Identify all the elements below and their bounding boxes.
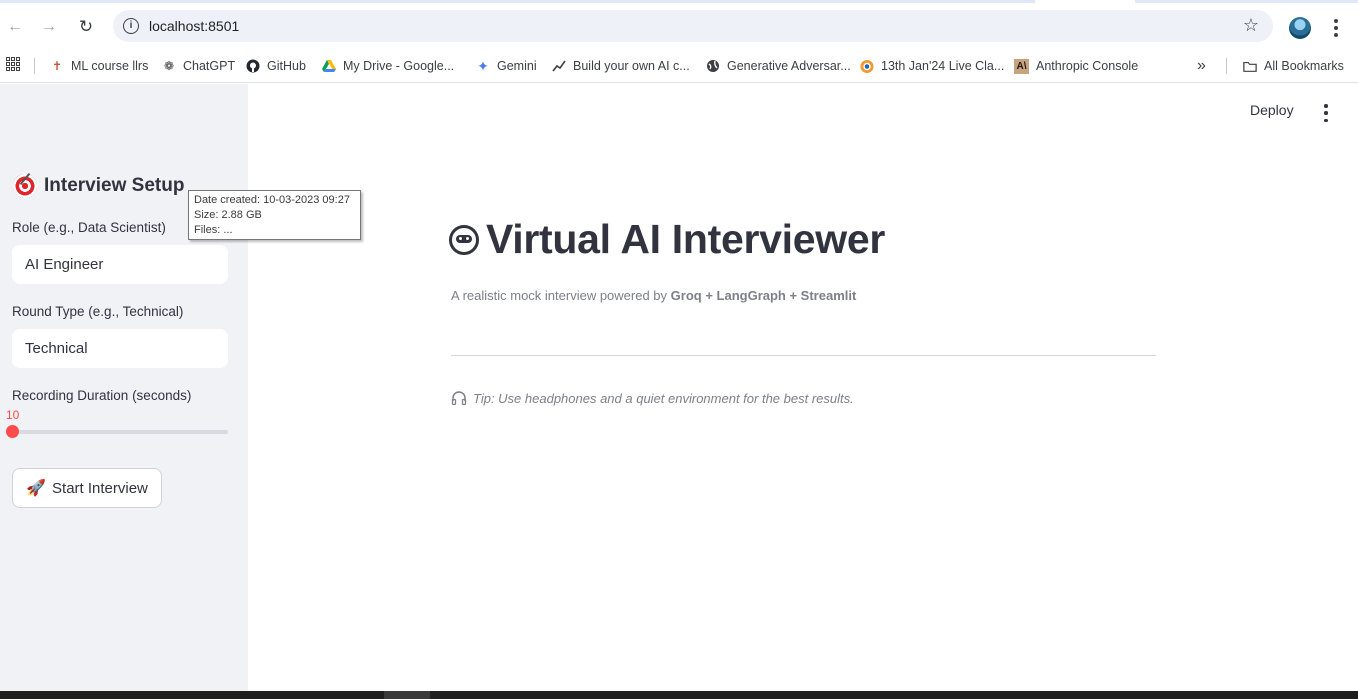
subtitle-tech-stack: Groq + LangGraph + Streamlit bbox=[670, 288, 857, 303]
duration-slider-track[interactable] bbox=[12, 430, 228, 434]
reload-icon[interactable]: ↻ bbox=[74, 15, 98, 39]
target-icon bbox=[13, 174, 37, 198]
live-icon bbox=[860, 59, 874, 73]
round-type-label: Round Type (e.g., Technical) bbox=[12, 304, 184, 319]
bookmark-my-drive[interactable]: My Drive - Google... bbox=[322, 55, 454, 77]
url-text[interactable]: localhost:8501 bbox=[149, 18, 239, 34]
duration-slider-thumb[interactable] bbox=[6, 425, 19, 438]
bookmark-star-icon[interactable]: ☆ bbox=[1243, 15, 1259, 36]
bookmark-label: Build your own AI c... bbox=[573, 59, 690, 73]
start-interview-label: Start Interview bbox=[52, 479, 148, 497]
file-info-tooltip: Date created: 10-03-2023 09:27 Size: 2.8… bbox=[188, 190, 361, 240]
os-taskbar bbox=[0, 691, 1358, 699]
tip-text: Tip: Use headphones and a quiet environm… bbox=[451, 390, 854, 406]
browser-toolbar: ← → ↻ i localhost:8501 ☆ bbox=[0, 3, 1358, 49]
github-icon bbox=[246, 59, 260, 73]
role-input[interactable] bbox=[12, 245, 228, 284]
bookmark-gan[interactable]: Generative Adversar... bbox=[706, 55, 851, 77]
folder-icon bbox=[1243, 59, 1257, 73]
round-type-input[interactable] bbox=[12, 329, 228, 368]
bookmark-anthropic[interactable]: A\ Anthropic Console bbox=[1014, 55, 1138, 77]
forward-icon[interactable]: → bbox=[37, 15, 61, 39]
gemini-icon: ✦ bbox=[477, 57, 489, 74]
bookmarks-bar: ✝ ML course llrs ❁ ChatGPT GitHub My Dri… bbox=[0, 49, 1358, 83]
globe-icon bbox=[706, 59, 720, 73]
site-info-icon[interactable]: i bbox=[123, 18, 139, 34]
drive-icon bbox=[322, 59, 336, 73]
bookmark-label: My Drive - Google... bbox=[343, 59, 455, 73]
bookmark-label: 13th Jan'24 Live Cla... bbox=[881, 59, 1005, 73]
divider bbox=[451, 355, 1156, 356]
openai-icon: ❁ bbox=[163, 59, 175, 73]
tooltip-line: Size: 2.88 GB bbox=[194, 209, 262, 221]
bookmark-label: Generative Adversar... bbox=[727, 59, 851, 73]
bookmark-label: Gemini bbox=[497, 59, 537, 73]
bookmark-label: ML course llrs bbox=[71, 59, 149, 73]
pin-icon: ✝ bbox=[51, 59, 63, 73]
trend-icon bbox=[552, 59, 566, 73]
tooltip-line: Date created: 10-03-2023 09:27 bbox=[194, 194, 350, 206]
duration-label: Recording Duration (seconds) bbox=[12, 388, 192, 403]
page-title: Virtual AI Interviewer bbox=[449, 216, 885, 263]
tooltip-line: Files: ... bbox=[194, 224, 233, 236]
bookmark-separator bbox=[34, 58, 35, 74]
taskbar-item[interactable] bbox=[384, 691, 430, 699]
back-icon[interactable]: ← bbox=[3, 15, 27, 39]
browser-menu-icon[interactable] bbox=[1326, 16, 1346, 40]
duration-slider-value: 10 bbox=[6, 408, 20, 422]
bookmark-separator bbox=[1226, 58, 1227, 74]
page-title-text: Virtual AI Interviewer bbox=[486, 216, 885, 262]
bookmark-label: Anthropic Console bbox=[1036, 59, 1139, 73]
bookmark-label: GitHub bbox=[267, 59, 306, 73]
page-subtitle: A realistic mock interview powered by Gr… bbox=[451, 288, 856, 303]
all-bookmarks[interactable]: All Bookmarks bbox=[1243, 55, 1344, 77]
all-bookmarks-label: All Bookmarks bbox=[1264, 59, 1344, 73]
anthropic-icon: A\ bbox=[1014, 58, 1029, 74]
sidebar-title-text: Interview Setup bbox=[44, 175, 185, 196]
role-label: Role (e.g., Data Scientist) bbox=[12, 220, 166, 235]
bookmark-ml-course[interactable]: ✝ ML course llrs bbox=[50, 55, 148, 77]
address-bar[interactable]: i localhost:8501 ☆ bbox=[113, 10, 1273, 42]
apps-grid-icon[interactable] bbox=[6, 57, 20, 71]
bookmark-github[interactable]: GitHub bbox=[246, 55, 306, 77]
profile-avatar[interactable] bbox=[1289, 17, 1311, 39]
deploy-button[interactable]: Deploy bbox=[1250, 102, 1294, 118]
bookmark-label: ChatGPT bbox=[183, 59, 236, 73]
bookmark-build-ai[interactable]: Build your own AI c... bbox=[552, 55, 690, 77]
app-menu-icon[interactable] bbox=[1318, 104, 1334, 122]
sidebar-title: Interview Setup bbox=[13, 174, 184, 198]
bookmark-chatgpt[interactable]: ❁ ChatGPT bbox=[162, 55, 235, 77]
headphones-icon bbox=[451, 391, 467, 406]
tip-label: Tip: Use headphones and a quiet environm… bbox=[473, 390, 854, 406]
subtitle-prefix: A realistic mock interview powered by bbox=[451, 288, 671, 303]
start-interview-button[interactable]: 🚀 Start Interview bbox=[12, 468, 162, 508]
sidebar: Interview Setup Role (e.g., Data Scienti… bbox=[0, 84, 248, 691]
bookmark-live-class[interactable]: 13th Jan'24 Live Cla... bbox=[860, 55, 1004, 77]
bookmark-gemini[interactable]: ✦ Gemini bbox=[476, 55, 537, 77]
robot-icon bbox=[449, 224, 479, 255]
rocket-icon: 🚀 bbox=[26, 480, 47, 497]
bookmarks-overflow-icon[interactable]: » bbox=[1197, 55, 1206, 77]
